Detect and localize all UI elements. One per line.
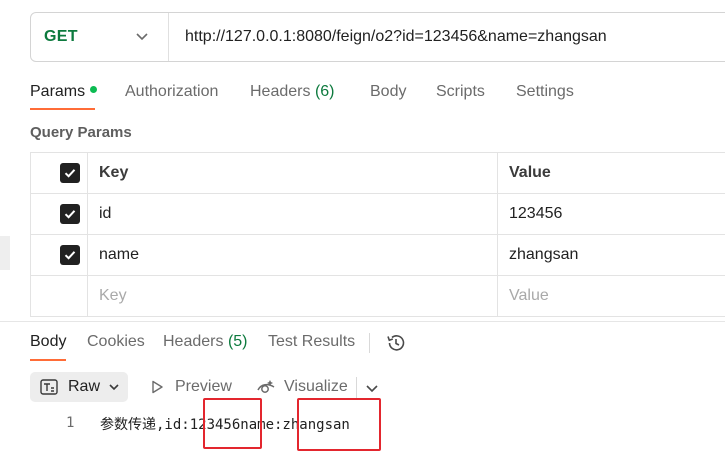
response-tab-test-results[interactable]: Test Results: [268, 333, 355, 351]
response-active-tab-indicator: [30, 359, 66, 361]
response-tab-cookies[interactable]: Cookies: [87, 333, 145, 351]
line-number: 1: [66, 415, 75, 431]
tab-authorization[interactable]: Authorization: [125, 83, 218, 101]
tab-headers-label: Headers: [250, 83, 311, 100]
visualize-separator: [356, 377, 357, 399]
left-edge-strip: [0, 236, 10, 270]
table-header-row: Key Value: [30, 152, 725, 194]
visualize-label: Visualize: [284, 378, 348, 395]
response-tabs-separator: [369, 333, 370, 353]
new-key-input[interactable]: Key: [87, 275, 498, 317]
format-dropdown-button[interactable]: Raw: [30, 372, 128, 402]
tab-headers[interactable]: Headers (6): [250, 83, 335, 101]
response-headers-count: (5): [227, 333, 248, 350]
url-divider: [168, 13, 169, 61]
table-row: id 123456: [30, 193, 725, 235]
highlight-box-name-value: [297, 398, 381, 451]
response-tab-body[interactable]: Body: [30, 333, 66, 351]
tab-params[interactable]: Params: [30, 83, 98, 101]
param-key-cell[interactable]: id: [87, 193, 498, 235]
format-label: Raw: [68, 378, 101, 395]
query-params-table: Key Value id 123456 name zhangsan Key Va…: [30, 152, 725, 317]
headers-count: (6): [314, 83, 335, 100]
text-format-icon: [40, 379, 58, 395]
method-select[interactable]: GET: [44, 28, 78, 46]
active-dot-icon: [90, 86, 98, 94]
response-tab-headers-label: Headers: [163, 333, 224, 350]
param-value-cell[interactable]: 123456: [497, 193, 725, 235]
tab-settings[interactable]: Settings: [516, 83, 574, 101]
url-input[interactable]: http://127.0.0.1:8080/feign/o2?id=123456…: [185, 28, 607, 46]
table-row: name zhangsan: [30, 234, 725, 276]
check-icon: [64, 169, 76, 178]
check-icon: [64, 251, 76, 260]
chevron-down-icon[interactable]: [135, 29, 149, 43]
visualize-icon: [257, 380, 275, 393]
param-value-cell[interactable]: zhangsan: [497, 234, 725, 276]
select-all-checkbox[interactable]: [60, 163, 80, 183]
new-param-row: Key Value: [30, 275, 725, 317]
response-divider: [0, 321, 725, 322]
new-value-input[interactable]: Value: [497, 275, 725, 317]
active-tab-indicator: [30, 108, 95, 110]
chevron-down-icon[interactable]: [365, 381, 379, 395]
chevron-down-icon: [109, 384, 119, 391]
query-params-title: Query Params: [30, 124, 132, 141]
column-header-value: Value: [497, 152, 725, 194]
tab-scripts[interactable]: Scripts: [436, 83, 485, 101]
row-checkbox[interactable]: [60, 245, 80, 265]
play-icon: [152, 380, 163, 394]
response-tab-headers[interactable]: Headers (5): [163, 333, 248, 351]
tab-body[interactable]: Body: [370, 83, 406, 101]
column-header-key: Key: [87, 152, 498, 194]
tab-params-label: Params: [30, 83, 86, 100]
param-key-cell[interactable]: name: [87, 234, 498, 276]
row-checkbox[interactable]: [60, 204, 80, 224]
url-bar: GET http://127.0.0.1:8080/feign/o2?id=12…: [30, 12, 725, 62]
check-icon: [64, 210, 76, 219]
highlight-box-id-value: [203, 398, 262, 449]
history-icon[interactable]: [385, 332, 407, 354]
preview-label: Preview: [175, 378, 232, 395]
